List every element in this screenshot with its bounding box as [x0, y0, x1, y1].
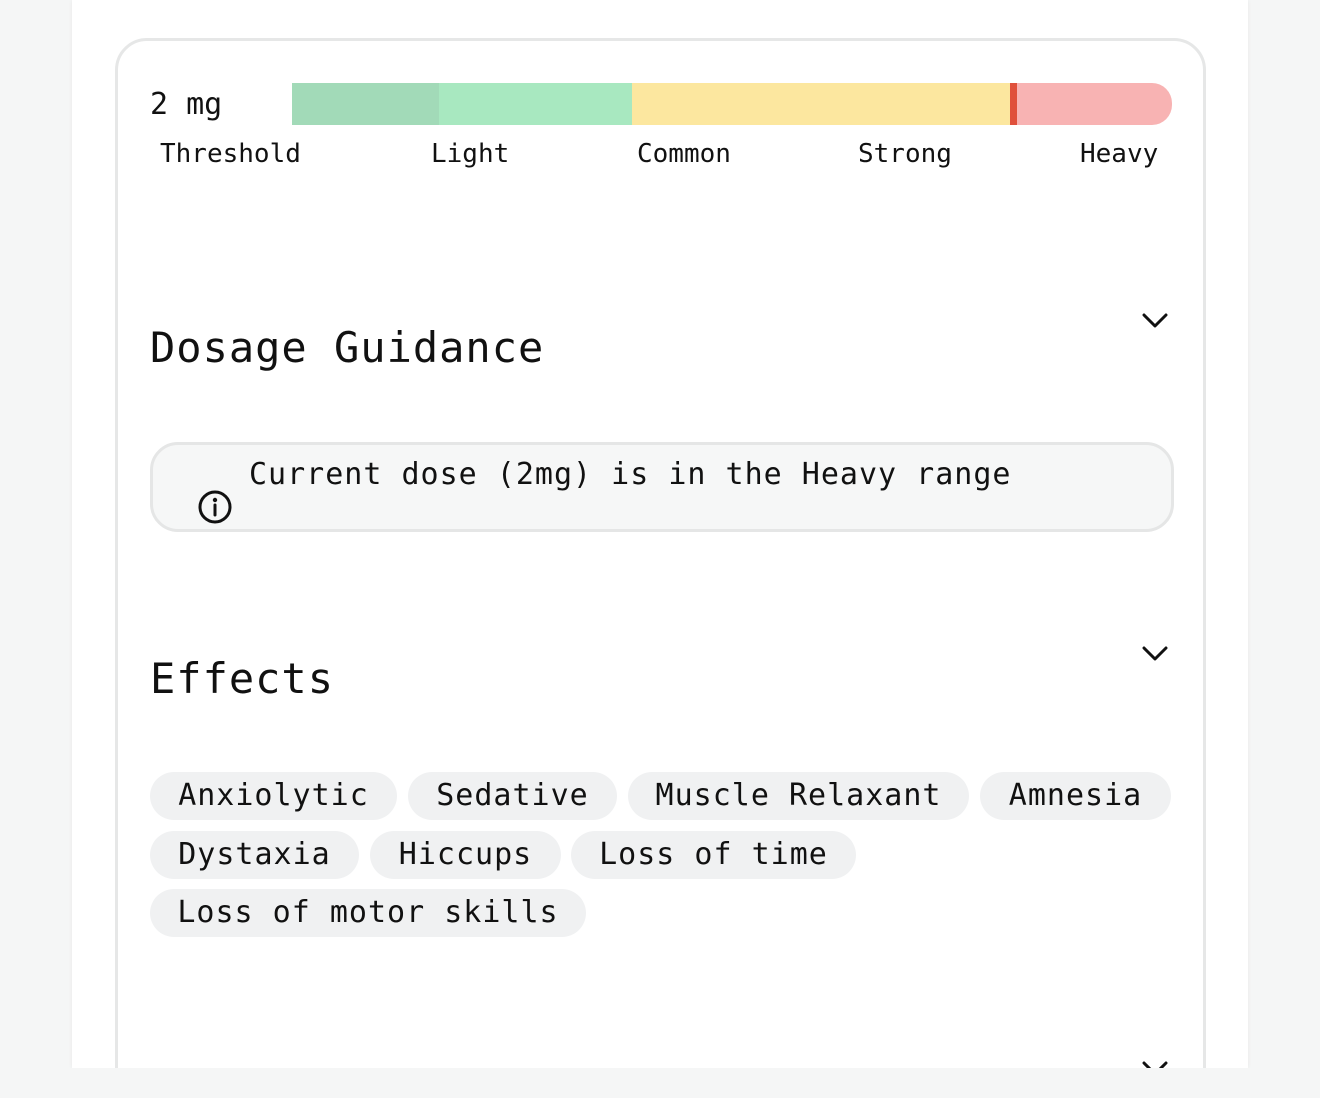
- range-label-threshold: Threshold: [160, 139, 301, 169]
- dose-notice: Current dose (2mg) is in the Heavy range: [150, 442, 1174, 532]
- dose-value: 2 mg: [150, 87, 223, 122]
- effect-tag[interactable]: Amnesia: [980, 772, 1171, 820]
- next-section-chevron-down-icon[interactable]: [1141, 1059, 1169, 1068]
- substance-card: 2 mg Threshold Light Common Strong Heavy…: [115, 38, 1206, 1068]
- effect-tag[interactable]: Dystaxia: [150, 831, 359, 879]
- range-labels: Threshold Light Common Strong Heavy: [150, 139, 1174, 171]
- range-label-common: Common: [637, 139, 731, 169]
- effects-title: Effects: [150, 654, 335, 703]
- range-label-heavy: Heavy: [1080, 139, 1159, 169]
- effect-tag[interactable]: Hiccups: [370, 831, 561, 879]
- dosage-guidance-title: Dosage Guidance: [150, 323, 545, 372]
- dosage-guidance-chevron-down-icon[interactable]: [1141, 311, 1169, 331]
- effect-tag[interactable]: Muscle Relaxant: [628, 772, 969, 820]
- range-segment-threshold: [292, 83, 439, 125]
- range-label-light: Light: [431, 139, 510, 169]
- range-label-strong: Strong: [858, 139, 952, 169]
- bottom-strip: [0, 1068, 1320, 1098]
- current-dose-marker: [1010, 83, 1017, 125]
- effects-chevron-down-icon[interactable]: [1141, 644, 1169, 664]
- effect-tag[interactable]: Sedative: [408, 772, 617, 820]
- effect-tag[interactable]: Loss of time: [571, 831, 856, 879]
- range-segment-light: [439, 83, 632, 125]
- dose-range-bar: [292, 83, 1172, 125]
- info-icon: [198, 490, 232, 524]
- page: 2 mg Threshold Light Common Strong Heavy…: [72, 0, 1248, 1068]
- range-segment-common-strong: [632, 83, 1011, 125]
- dose-notice-text: Current dose (2mg) is in the Heavy range: [249, 457, 1012, 492]
- range-segment-heavy: [1011, 83, 1172, 125]
- effect-tag[interactable]: Loss of motor skills: [150, 889, 586, 937]
- effect-tag[interactable]: Anxiolytic: [150, 772, 397, 820]
- dose-row: 2 mg: [150, 83, 1174, 127]
